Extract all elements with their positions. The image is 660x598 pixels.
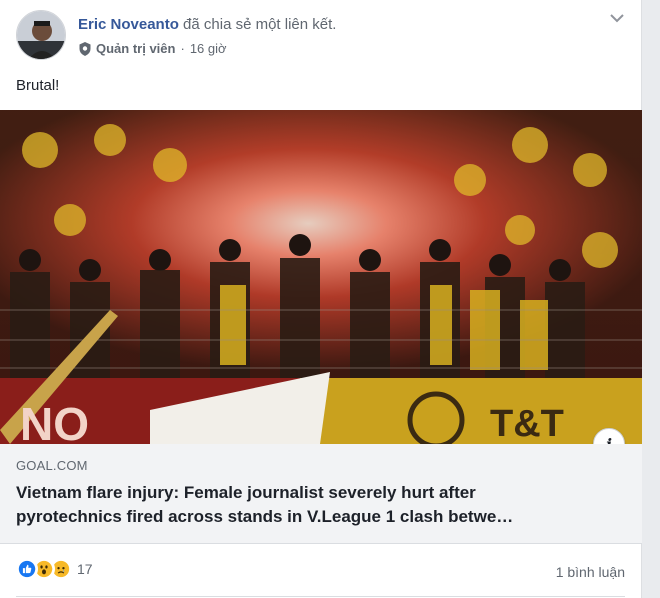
post-header: Eric Noveanto đã chia sẻ một liên kết. Q… [16, 10, 625, 64]
post-footer: 17 1 bình luận [16, 556, 625, 588]
like-icon [16, 558, 38, 580]
post-meta: Quản trị viên · 16 giờ [78, 41, 227, 56]
reaction-count: 17 [77, 561, 93, 577]
author-name-link[interactable]: Eric Noveanto [78, 16, 179, 33]
link-domain: GOAL.COM [16, 458, 88, 473]
feed-post: Eric Noveanto đã chia sẻ một liên kết. Q… [0, 0, 642, 598]
post-timestamp[interactable]: 16 giờ [190, 41, 227, 56]
author-line: Eric Noveanto đã chia sẻ một liên kết. [78, 16, 336, 33]
comment-count-link[interactable]: 1 bình luận [556, 564, 625, 580]
banner-right-text: T&T [490, 403, 564, 444]
share-action-text: đã chia sẻ một liên kết. [183, 16, 337, 33]
link-title-line-2: pyrotechnics fired across stands in V.Le… [16, 507, 514, 526]
reaction-summary[interactable]: 17 [16, 558, 93, 580]
meta-separator: · [180, 41, 185, 56]
banner-left-text: NO [20, 398, 89, 444]
admin-role-label[interactable]: Quản trị viên [96, 41, 175, 56]
stadium-flare-photo: NO T&T [0, 110, 642, 444]
chevron-down-icon[interactable] [609, 12, 625, 24]
footer-divider [16, 596, 625, 597]
link-title-line-1: Vietnam flare injury: Female journalist … [16, 483, 476, 502]
link-preview-body[interactable]: GOAL.COM Vietnam flare injury: Female jo… [0, 444, 642, 544]
post-body-text: Brutal! [16, 77, 60, 94]
link-preview-image[interactable]: NO T&T [0, 110, 642, 444]
admin-badge-icon [79, 41, 91, 56]
author-avatar[interactable] [16, 10, 66, 60]
link-title[interactable]: Vietnam flare injury: Female journalist … [16, 481, 628, 529]
